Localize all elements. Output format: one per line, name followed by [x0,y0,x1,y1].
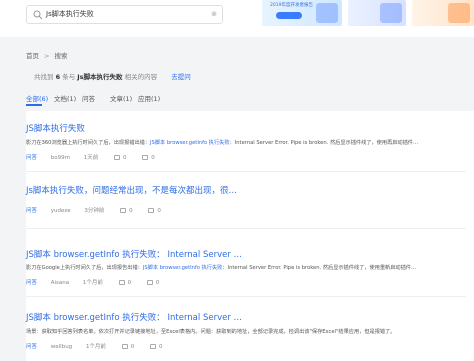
comment-icon [121,344,128,349]
result-divider [26,228,466,229]
breadcrumb-home[interactable]: 首页 [26,52,39,60]
promo-banner-1[interactable]: 2019年度开发者报告 [262,0,342,26]
result-views: 0 [157,208,161,214]
result-time: 1个月前 [85,344,106,350]
result-divider [26,296,466,297]
result-author[interactable]: bo99m [51,155,70,161]
view-icon [148,208,155,213]
result-title[interactable]: JS脚本 browser.getInfo 执行失败： Internal Serv… [26,311,242,323]
result-snippet: 影刀在360浏览器上执行时间久了后，出现报错出错：JS脚本 browser.ge… [26,140,419,146]
result-author[interactable]: wellbug [51,344,72,350]
top-header: Js脚本执行失败 ⊗ 2019年度开发者报告 [0,0,474,37]
promo-banner-2[interactable] [348,0,406,26]
comment-icon [120,208,127,213]
search-icon [33,10,43,20]
tab-articles[interactable]: 文章(1) [110,93,132,103]
result-title[interactable]: JS脚本 browser.getInfo 执行失败： Internal Serv… [26,248,242,260]
result-meta: 问答 Aisana 1个月前 0 0 [26,278,173,286]
promo-banner-title: 2019年度开发者报告 [270,3,313,8]
promo-banner-button [276,12,302,19]
clear-search-icon[interactable]: ⊗ [211,10,217,19]
tab-all[interactable]: 全部(6) [26,93,48,103]
result-author[interactable]: yudeze [51,208,71,214]
ask-question-link[interactable]: 去提问 [171,73,191,81]
result-meta: 问答 yudeze 3分钟前 0 0 [26,206,175,214]
breadcrumb: 首页 > 搜索 [26,50,67,60]
result-divider [26,171,466,172]
summary-suffix: 相关的内容 [124,73,158,81]
promo-banner-illustration [380,3,402,23]
promo-banner-illustration [316,3,338,23]
result-tabs: 全部(6) 文档(1) 问答 文章(1) 应用(1) [26,93,474,107]
result-meta: 问答 wellbug 1个月前 0 0 [26,342,176,350]
result-comments: 0 [127,280,132,286]
result-tag[interactable]: 问答 [26,155,37,161]
result-title[interactable]: JS脚本执行失败 [26,122,85,134]
summary-prefix: 共找到 [34,73,54,81]
results-panel [26,111,474,361]
result-snippet: 影刀在Google上执行时间久了后，出现报告出错：JS脚本 browser.ge… [26,265,417,271]
view-icon [149,344,156,349]
tab-docs[interactable]: 文档(1) [54,93,76,103]
breadcrumb-separator: > [44,52,50,60]
result-meta: 问答 bo99m 1天前 0 0 [26,153,169,161]
result-comments: 0 [130,344,135,350]
comment-icon [118,280,125,285]
result-views: 0 [158,344,163,350]
promo-banner-3[interactable] [412,0,474,26]
result-time: 3分钟前 [84,208,105,214]
result-comments: 0 [129,208,133,214]
result-comments: 0 [122,155,127,161]
result-time: 1个月前 [82,280,103,286]
summary-middle: 条与 [62,73,76,81]
comment-icon [113,155,120,160]
result-tag[interactable]: 问答 [26,208,37,214]
result-time: 1天前 [83,155,99,161]
result-views: 0 [155,280,160,286]
result-summary: 共找到 6 条与 Js脚本执行失败 相关的内容 去提问 [34,71,191,81]
view-icon [142,155,149,160]
breadcrumb-current: 搜索 [54,52,68,60]
result-author[interactable]: Aisana [51,280,69,286]
result-snippet: 场景：获取知乎回答列表名单。依次打开并记录链接地址，至Excel表格内。问题：获… [26,329,396,335]
tab-qa[interactable]: 问答 [82,93,95,103]
result-title[interactable]: Js脚本执行失败，问题经常出现，不是每次都出现，很… [26,184,237,196]
result-count: 6 [55,73,61,81]
result-tag[interactable]: 问答 [26,344,37,350]
search-input[interactable]: Js脚本执行失败 ⊗ [26,5,223,24]
result-tag[interactable]: 问答 [26,280,37,286]
active-tab-indicator [26,104,42,106]
result-views: 0 [151,155,155,161]
search-query-text: Js脚本执行失败 [46,10,94,18]
view-icon [146,280,153,285]
promo-banner-illustration [448,3,470,23]
tab-apps[interactable]: 应用(1) [138,93,160,103]
summary-query: Js脚本执行失败 [77,73,123,81]
